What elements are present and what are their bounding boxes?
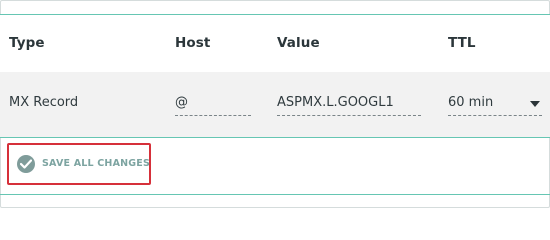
save-all-changes-button[interactable]: SAVE ALL CHANGES (9, 145, 151, 183)
ttl-value: 60 min (448, 95, 494, 110)
caret-down-icon (530, 101, 540, 107)
record-type: MX Record (9, 95, 79, 110)
host-input[interactable]: @ (175, 93, 251, 116)
save-all-changes-label: SAVE ALL CHANGES (42, 158, 151, 169)
value-input[interactable]: ASPMX.L.GOOGL1 (277, 93, 421, 116)
table-header: Type Host Value TTL (0, 15, 550, 72)
column-header-value: Value (277, 35, 320, 51)
column-header-ttl: TTL (448, 35, 476, 51)
check-circle-icon (17, 155, 35, 173)
value-value: ASPMX.L.GOOGL1 (277, 95, 394, 110)
table-row: MX Record @ ASPMX.L.GOOGL1 60 min (0, 72, 550, 137)
save-highlight-box: SAVE ALL CHANGES (7, 143, 151, 185)
host-value: @ (175, 95, 188, 110)
checkmark-glyph (20, 159, 32, 169)
column-header-host: Host (175, 35, 211, 51)
ttl-select[interactable]: 60 min (448, 93, 542, 116)
column-header-type: Type (9, 35, 45, 51)
bottom-divider (0, 194, 550, 195)
row-divider (0, 137, 550, 138)
